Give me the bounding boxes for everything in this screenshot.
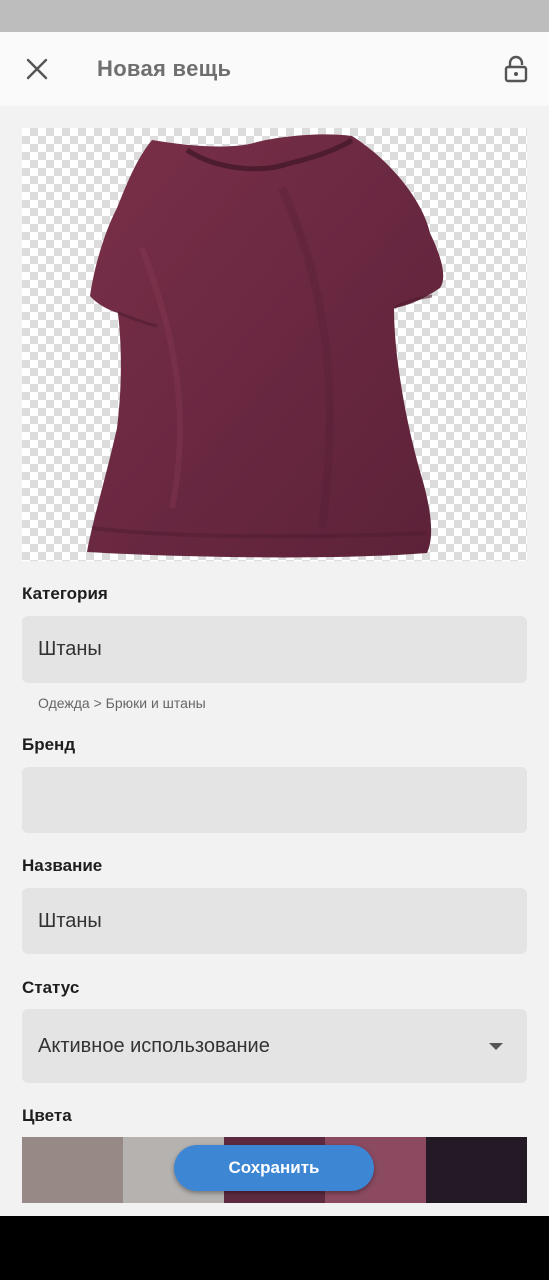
status-label: Статус xyxy=(22,978,80,997)
status-dropdown[interactable]: Активное использование xyxy=(22,1009,527,1083)
color-swatch[interactable] xyxy=(426,1137,527,1203)
close-icon xyxy=(26,58,48,80)
status-value: Активное использование xyxy=(38,1034,270,1057)
name-field[interactable]: Штаны xyxy=(22,888,527,954)
lock-button[interactable] xyxy=(492,45,540,93)
save-button[interactable]: Сохранить xyxy=(174,1145,374,1191)
colors-label: Цвета xyxy=(22,1106,72,1125)
name-value: Штаны xyxy=(38,909,102,932)
tshirt-image xyxy=(87,134,444,558)
item-photo[interactable] xyxy=(22,128,527,561)
name-label: Название xyxy=(22,856,103,875)
color-swatch[interactable] xyxy=(22,1137,123,1203)
brand-field[interactable] xyxy=(22,767,527,833)
brand-label: Бренд xyxy=(22,735,76,754)
close-button[interactable] xyxy=(13,45,61,93)
category-helper: Одежда > Брюки и штаны xyxy=(38,695,206,711)
app-bar: Новая вещь xyxy=(0,32,549,106)
category-label: Категория xyxy=(22,584,108,603)
page-title: Новая вещь xyxy=(97,56,232,81)
category-field[interactable]: Штаны xyxy=(22,616,527,683)
dropdown-arrow-icon xyxy=(489,1043,503,1050)
lock-icon xyxy=(504,55,528,83)
system-nav-bar xyxy=(0,1216,549,1280)
category-value: Штаны xyxy=(38,638,102,660)
status-bar xyxy=(0,0,549,32)
